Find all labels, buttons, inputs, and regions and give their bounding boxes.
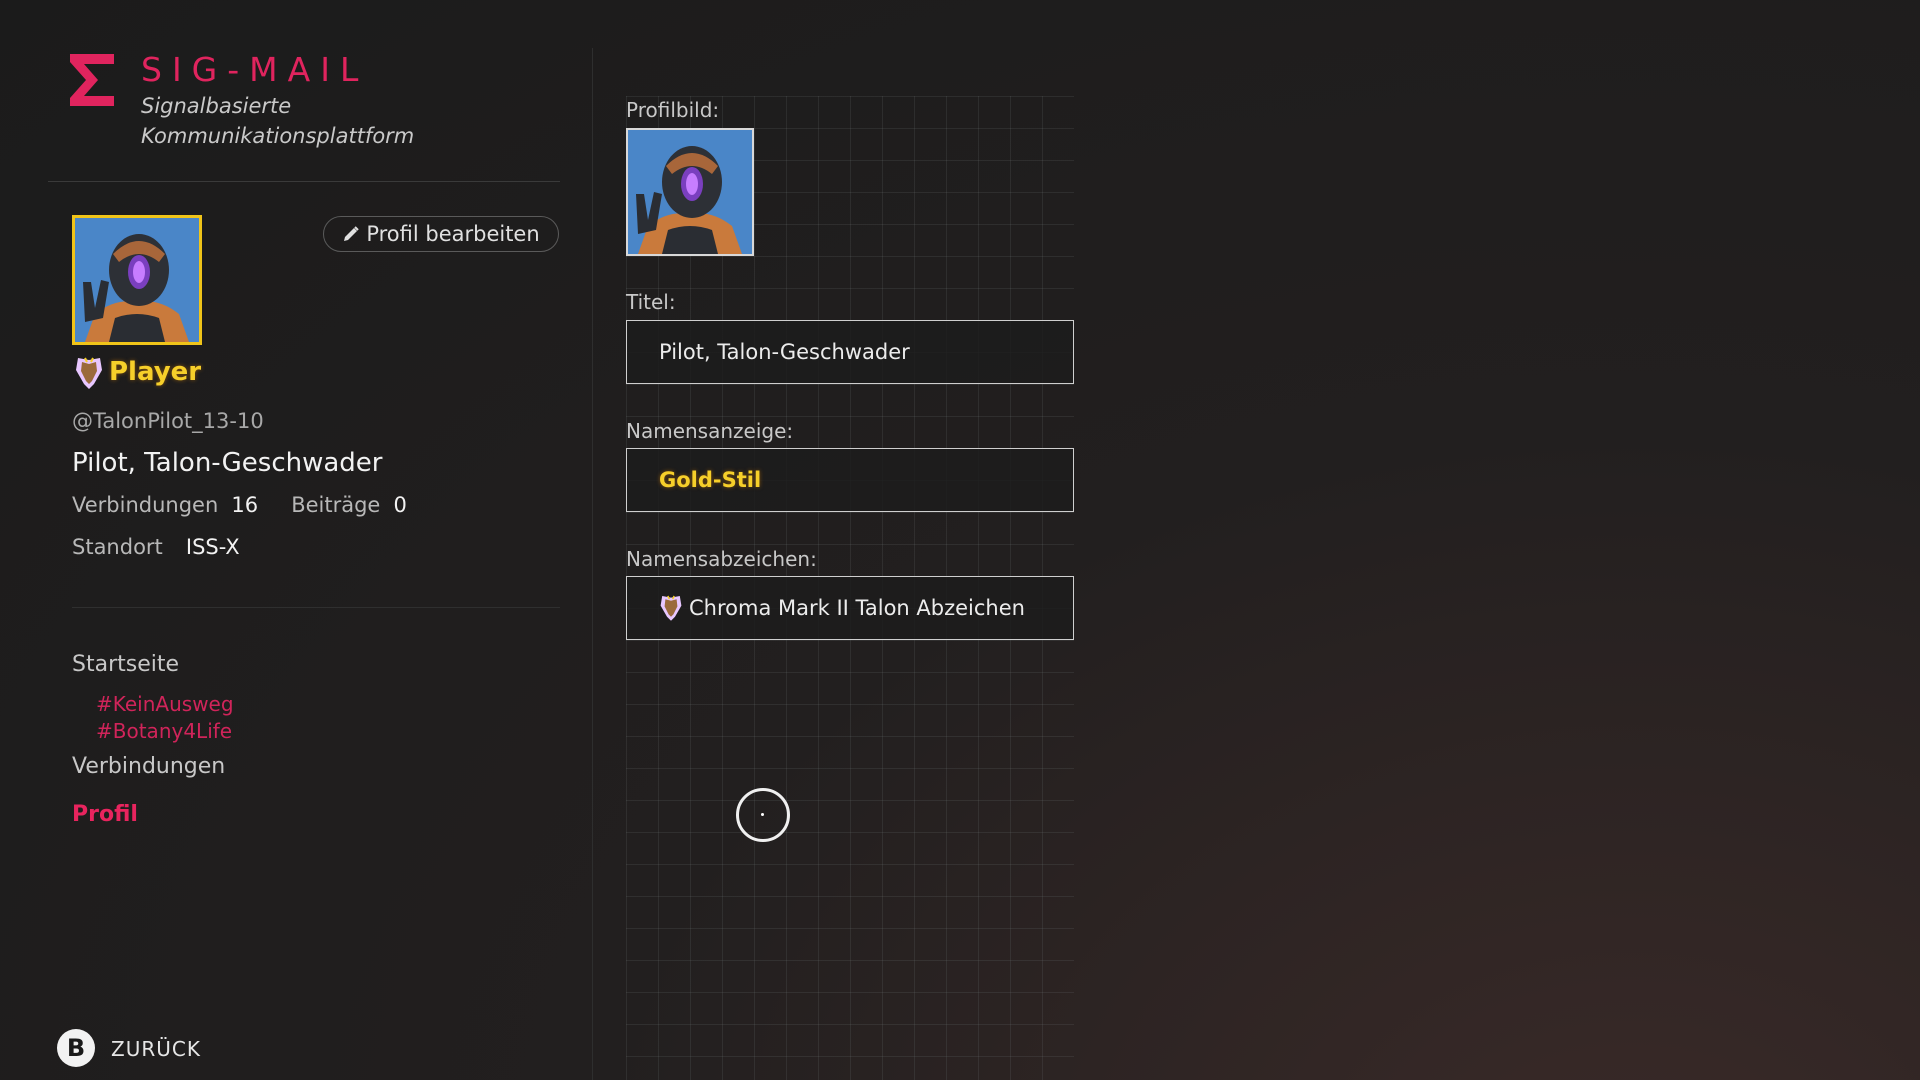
- title-selector[interactable]: Pilot, Talon-Geschwader: [626, 320, 1074, 384]
- nav-tag-keinausweg[interactable]: #KeinAusweg: [96, 692, 234, 716]
- edit-profile-label: Profil bearbeiten: [366, 222, 540, 246]
- location-label: Standort: [72, 535, 163, 559]
- pilot-avatar-icon: [75, 218, 199, 342]
- nav-tag-botany4life[interactable]: #Botany4Life: [96, 719, 232, 743]
- nav-connections[interactable]: Verbindungen: [72, 754, 225, 779]
- name-display-label: Namensanzeige:: [626, 419, 794, 443]
- connections-value: 16: [231, 493, 259, 517]
- back-label[interactable]: ZURÜCK: [111, 1037, 201, 1061]
- nav-divider: [72, 607, 560, 608]
- posts-value: 0: [393, 493, 407, 517]
- pencil-icon: [344, 226, 360, 241]
- avatar: [72, 215, 202, 345]
- header-divider: [48, 181, 560, 182]
- talon-wings-badge-icon: [660, 595, 682, 621]
- title-field-label: Titel:: [626, 290, 676, 314]
- title-selector-value: Pilot, Talon-Geschwader: [659, 340, 910, 364]
- player-display-name: Player: [109, 357, 202, 387]
- panel-divider: [592, 48, 593, 1080]
- name-badge-value: Chroma Mark II Talon Abzeichen: [689, 596, 1025, 620]
- edit-profile-button[interactable]: Profil bearbeiten: [323, 216, 559, 252]
- sigma-logo-icon: [70, 54, 114, 106]
- name-badge-label: Namensabzeichen:: [626, 547, 817, 571]
- posts-label: Beiträge: [291, 493, 381, 517]
- location-value: ISS-X: [185, 535, 240, 559]
- name-display-value: Gold-Stil: [659, 468, 762, 492]
- app-title: SIG-MAIL: [141, 50, 369, 89]
- nav-home[interactable]: Startseite: [72, 652, 179, 677]
- talon-wings-badge-icon: [76, 357, 102, 389]
- connections-label: Verbindungen: [72, 493, 219, 517]
- profile-picture-selector[interactable]: [626, 128, 754, 256]
- cursor-dot: [761, 813, 764, 816]
- name-badge-selector[interactable]: Chroma Mark II Talon Abzeichen: [626, 576, 1074, 640]
- nav-profile[interactable]: Profil: [72, 802, 138, 827]
- stats-row: Verbindungen 16 Beiträge 0: [72, 493, 407, 517]
- pilot-avatar-icon: [628, 130, 752, 254]
- profile-picture-label: Profilbild:: [626, 98, 720, 122]
- user-handle: @TalonPilot_13-10: [72, 409, 264, 433]
- location-row: Standort ISS-X: [72, 535, 240, 559]
- app-subtitle: Signalbasierte Kommunikationsplattform: [141, 94, 415, 148]
- b-button-icon[interactable]: B: [57, 1029, 95, 1067]
- profile-title: Pilot, Talon-Geschwader: [72, 448, 383, 478]
- name-display-selector[interactable]: Gold-Stil: [626, 448, 1074, 512]
